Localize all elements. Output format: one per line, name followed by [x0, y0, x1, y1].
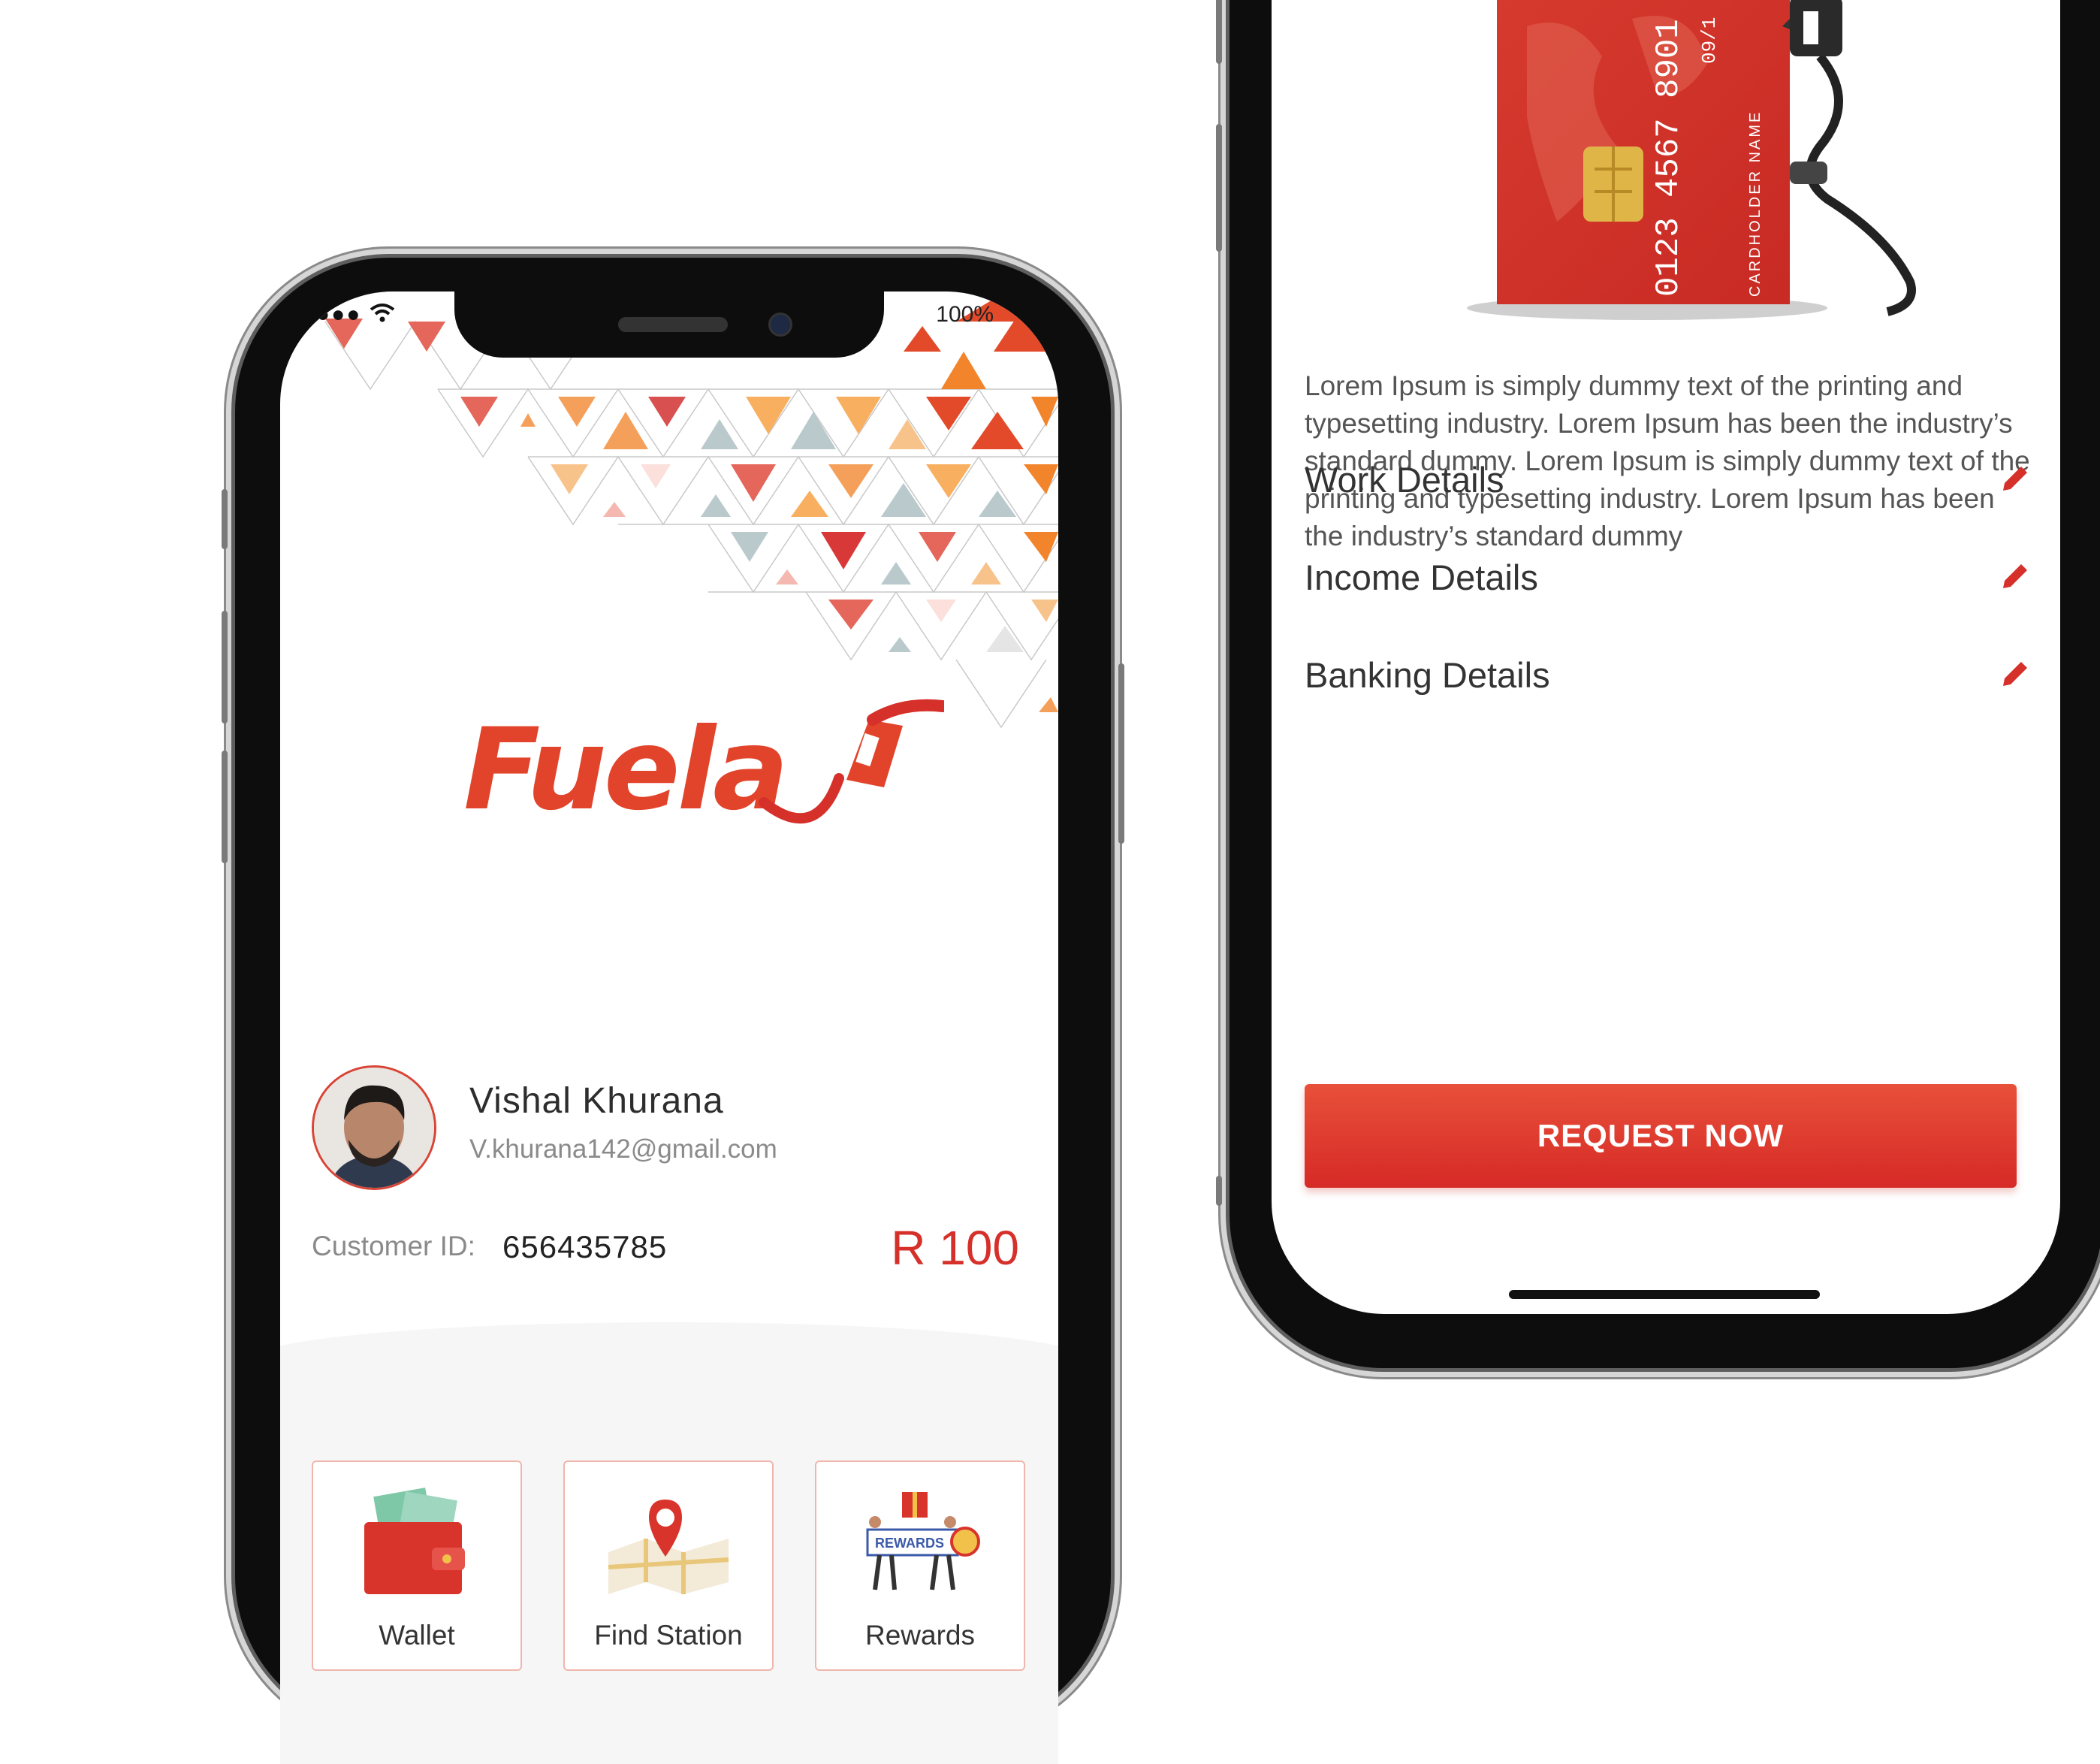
battery-percent: 100% [936, 302, 994, 327]
rewards-icon: REWARDS [866, 1492, 980, 1590]
find-station-tile[interactable]: Find Station [563, 1460, 774, 1671]
home-indicator[interactable] [1509, 1290, 1820, 1299]
banking-details-label: Banking Details [1305, 655, 1550, 695]
customer-id-label: Customer ID: [312, 1231, 475, 1261]
card-expiry: 09/1 [1698, 17, 1721, 64]
work-details-row[interactable]: Work Details [1305, 452, 2032, 512]
triangle-pattern [324, 299, 1058, 729]
find-station-label: Find Station [594, 1620, 743, 1651]
customer-id: 656435785 [502, 1229, 668, 1264]
pencil-icon[interactable] [1999, 657, 2032, 690]
wallet-icon [364, 1488, 465, 1594]
rewards-tile[interactable]: REWARDS Rewards [815, 1460, 1025, 1671]
svg-text:REWARDS: REWARDS [875, 1536, 944, 1551]
status-signal: ●●● [316, 302, 395, 328]
map-pin-icon [608, 1500, 729, 1594]
wallet-tile[interactable]: Wallet [312, 1460, 522, 1671]
user-email: V.khurana142@gmail.com [469, 1134, 777, 1164]
camera-icon [768, 313, 792, 337]
card-number: 0123 4567 8901 [1650, 19, 1688, 297]
user-photo [314, 1068, 434, 1188]
notch [454, 291, 884, 358]
request-now-button[interactable]: REQUEST NOW [1305, 1084, 2017, 1188]
card-fuel-pump-illustration: 0123 4567 8901 09/1 CARDHOLDER NAME [1467, 0, 1916, 320]
speaker [618, 317, 728, 332]
volume-down-button [222, 751, 228, 863]
volume-up-button [1216, 124, 1222, 252]
rewards-label: Rewards [865, 1620, 975, 1651]
volume-up-button [222, 611, 228, 723]
home-phone: ●●● 100% Fuela Vishal Khurana V.khurana1… [222, 254, 1124, 1764]
user-name: Vishal Khurana [469, 1081, 724, 1121]
wallet-label: Wallet [379, 1620, 455, 1651]
silent-switch [1216, 0, 1222, 64]
avatar[interactable] [312, 1065, 436, 1190]
balance: R 100 [891, 1221, 1019, 1275]
fuela-logo: Fuela [463, 690, 944, 870]
pencil-icon[interactable] [1999, 462, 2032, 495]
detail-screen: 0123 4567 8901 09/1 CARDHOLDER NAME Lore… [1272, 0, 2060, 1314]
pencil-icon[interactable] [1999, 560, 2032, 593]
fuel-nozzle-icon [759, 699, 944, 824]
home-screen: ●●● 100% Fuela Vishal Khurana V.khurana1… [280, 291, 1058, 1764]
income-details-label: Income Details [1305, 557, 1538, 597]
signal-icon: ●●● [316, 302, 362, 327]
volume-down-button [1216, 1176, 1222, 1206]
silent-switch [222, 489, 228, 549]
power-button [1118, 663, 1124, 844]
detail-phone: 0123 4567 8901 09/1 CARDHOLDER NAME Lore… [1216, 0, 2100, 1372]
card-holder: CARDHOLDER NAME [1747, 110, 1764, 297]
income-details-row[interactable]: Income Details [1305, 549, 2032, 609]
work-details-label: Work Details [1305, 460, 1504, 500]
wifi-icon [370, 304, 394, 322]
status-battery: 100% [936, 302, 994, 328]
banking-details-row[interactable]: Banking Details [1305, 647, 2032, 707]
